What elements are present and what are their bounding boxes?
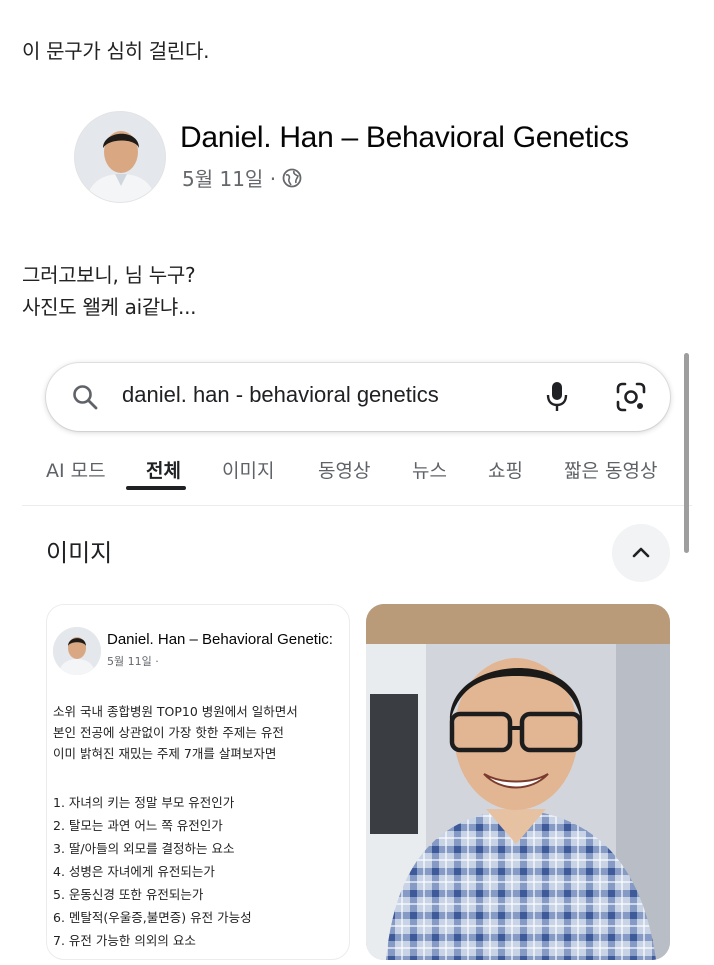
fb-post-date[interactable]: 5월 11일 ·: [182, 163, 276, 192]
post-intro-line: 본인 전공에 상관없이 가장 핫한 주제는 유전: [53, 725, 284, 740]
post-topic-list: 1. 자녀의 키는 정말 부모 유전인가 2. 탈모는 과연 어느 쪽 유전인가…: [53, 791, 349, 952]
tab-images[interactable]: 이미지: [222, 456, 274, 483]
image-result-man-photo[interactable]: [366, 604, 670, 960]
post-topic-item: 2. 탈모는 과연 어느 쪽 유전인가: [53, 818, 223, 833]
globe-icon: [282, 168, 302, 187]
post-author-avatar: [53, 627, 101, 675]
search-input[interactable]: daniel. han - behavioral genetics: [122, 382, 439, 408]
post-topic-item: 4. 성병은 자녀에게 유전되는가: [53, 864, 215, 879]
post-intro-line: 이미 밝혀진 재밌는 주제 7개를 살펴보자면: [53, 746, 277, 761]
tab-all[interactable]: 전체: [146, 456, 181, 483]
fb-author-name[interactable]: Daniel. Han – Behavioral Genetics: [180, 121, 629, 155]
tab-ai-mode[interactable]: AI 모드: [46, 456, 106, 483]
active-tab-indicator: [126, 486, 186, 490]
mic-icon[interactable]: [542, 380, 572, 414]
fb-post-header: Daniel. Han – Behavioral Genetics 5월 11일…: [30, 95, 690, 213]
tab-short-videos[interactable]: 짧은 동영상: [564, 456, 657, 483]
man-photo: [366, 604, 670, 960]
caption-line-1: 이 문구가 심히 걸린다.: [22, 39, 210, 63]
lens-icon[interactable]: [614, 380, 648, 414]
post-topic-item: 1. 자녀의 키는 정말 부모 유전인가: [53, 795, 235, 810]
image-result-post-screenshot[interactable]: Daniel. Han – Behavioral Genetic: 5월 11일…: [46, 604, 350, 960]
post-author-name: Daniel. Han – Behavioral Genetic:: [107, 631, 333, 648]
author-avatar[interactable]: [74, 111, 166, 203]
tab-news[interactable]: 뉴스: [412, 456, 447, 483]
caption-line-3: 사진도 왤케 ai같냐...: [22, 295, 197, 319]
post-topic-item: 3. 딸/아들의 외모를 결정하는 요소: [53, 841, 235, 856]
collapse-button[interactable]: [612, 524, 670, 582]
tab-videos[interactable]: 동영상: [318, 456, 370, 483]
post-topic-item: 5. 운동신경 또한 유전되는가: [53, 887, 204, 902]
post-intro-line: 소위 국내 종합병원 TOP10 병원에서 일하면서: [53, 704, 298, 719]
search-icon[interactable]: [70, 382, 100, 412]
search-tabs: AI 모드 전체 이미지 동영상 뉴스 쇼핑 짧은 동영상: [22, 450, 692, 506]
post-topic-item: 7. 유전 가능한 의외의 요소: [53, 933, 196, 948]
fb-post-meta: 5월 11일 ·: [182, 163, 302, 192]
scrollbar[interactable]: [684, 353, 689, 553]
search-bar[interactable]: daniel. han - behavioral genetics: [46, 363, 670, 431]
tab-shopping[interactable]: 쇼핑: [488, 456, 523, 483]
chevron-up-icon: [632, 547, 650, 558]
caption-line-2: 그러고보니, 님 누구?: [22, 263, 196, 287]
post-topic-item: 6. 멘탈적(우울증,불면증) 유전 가능성: [53, 910, 252, 925]
post-intro: 소위 국내 종합병원 TOP10 병원에서 일하면서 본인 전공에 상관없이 가…: [53, 701, 349, 764]
images-section-title: 이미지: [46, 539, 113, 567]
post-date: 5월 11일 ·: [107, 655, 159, 668]
